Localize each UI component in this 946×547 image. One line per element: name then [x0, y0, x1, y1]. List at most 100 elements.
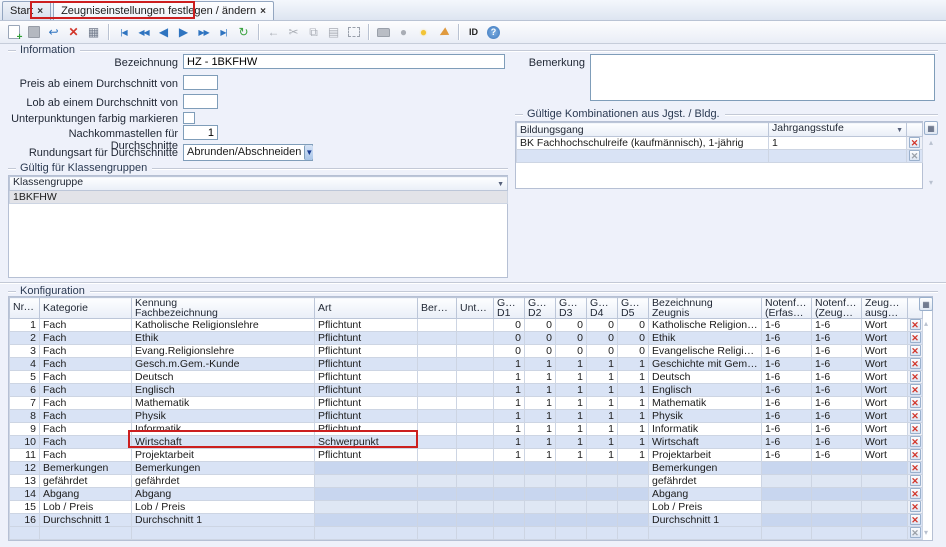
column-chooser-button[interactable]: ▦ [919, 297, 933, 311]
delete-row-button[interactable]: ✕ [910, 423, 921, 434]
tab-zeugniseinstellungen[interactable]: Zeugniseinstellungen festlegen / ändern … [53, 1, 274, 20]
konfiguration-row[interactable]: 9 Fach Informatik Pflichtunt 1 1 1 1 1 I… [10, 423, 923, 436]
scroll-down-icon[interactable]: ▾ [920, 528, 932, 537]
filter-arrow-icon[interactable]: ▼ [497, 180, 504, 190]
konfiguration-row[interactable]: 5 Fach Deutsch Pflichtunt 1 1 1 1 1 Deut… [10, 371, 923, 384]
column-header-gewicht-d1[interactable]: Gewicht D1 [494, 298, 525, 319]
delete-row-button[interactable]: ✕ [910, 475, 921, 486]
column-header-gewicht-d4[interactable]: Gewicht D4 [587, 298, 618, 319]
notification-button[interactable]: ◀ [434, 23, 453, 42]
column-header-kennung[interactable]: Kennung Fachbezeichnung [132, 298, 315, 319]
copy-icon: ⧉ [309, 25, 318, 40]
cut-button[interactable]: ✂ [284, 23, 303, 42]
paste-button[interactable]: ▤ [324, 23, 343, 42]
fast-forward-button[interactable]: ▶▶ [194, 23, 213, 42]
hint-button[interactable]: ● [414, 23, 433, 42]
first-record-button[interactable]: |◀ [114, 23, 133, 42]
new-record-button[interactable] [4, 23, 23, 42]
delete-row-button[interactable]: ✕ [910, 449, 921, 460]
fast-backward-button[interactable]: ◀◀ [134, 23, 153, 42]
delete-row-button[interactable]: ✕ [910, 462, 921, 473]
refresh-button[interactable]: ↻ [234, 23, 253, 42]
delete-row-button[interactable]: ✕ [910, 488, 921, 499]
column-header-bildungsgang[interactable]: Bildungsgang [517, 123, 769, 137]
konfiguration-row[interactable]: 4 Fach Gesch.m.Gem.-Kunde Pflichtunt 1 1… [10, 358, 923, 371]
konfiguration-row[interactable]: 8 Fach Physik Pflichtunt 1 1 1 1 1 Physi… [10, 410, 923, 423]
delete-row-button[interactable]: ✕ [910, 436, 921, 447]
column-header-nr[interactable]: Nr.▲ [10, 298, 40, 319]
bezeichnung-input[interactable] [183, 54, 505, 69]
nachkommastellen-input[interactable] [183, 125, 218, 140]
konfiguration-row[interactable]: 11 Fach Projektarbeit Pflichtunt 1 1 1 1… [10, 449, 923, 462]
chevron-down-icon[interactable]: ▼ [304, 145, 313, 160]
column-header-gewicht-d2[interactable]: Gewicht D2 [525, 298, 556, 319]
filter-arrow-icon[interactable]: ▼ [896, 126, 903, 136]
preview-button[interactable]: ● [394, 23, 413, 42]
column-header-gewicht-d5[interactable]: Gewicht D5 [618, 298, 649, 319]
konfiguration-row[interactable]: 3 Fach Evang.Religionslehre Pflichtunt 0… [10, 345, 923, 358]
column-header-jahrgangsstufe[interactable]: Jahrgangsstufe▼ [769, 123, 907, 137]
previous-record-button[interactable]: ◀ [154, 23, 173, 42]
unterpunktungen-checkbox[interactable] [183, 112, 195, 124]
column-header-unterbereich[interactable]: Unterbereich [457, 298, 494, 319]
delete-row-button[interactable]: ✕ [910, 410, 921, 421]
column-header-notenformat-erfassung[interactable]: Notenformat (Erfassung) [762, 298, 812, 319]
rundungsart-dropdown[interactable]: Abrunden/Abschneiden ▼ [183, 144, 313, 161]
id-button[interactable]: ID [464, 23, 483, 42]
help-button[interactable]: ? [484, 23, 503, 42]
delete-row-button[interactable]: ✕ [910, 345, 921, 356]
column-header-art[interactable]: Art [315, 298, 418, 319]
print-button[interactable] [374, 23, 393, 42]
lob-input[interactable] [183, 94, 218, 109]
konfiguration-row[interactable]: 16 Durchschnitt 1 Durchschnitt 1 Durchsc… [10, 514, 923, 527]
undo-button[interactable]: ↩ [44, 23, 63, 42]
column-header-bereich[interactable]: Bereich [418, 298, 457, 319]
konfiguration-empty-row[interactable]: ✕ [10, 527, 923, 540]
close-icon[interactable]: × [37, 6, 43, 17]
konfiguration-row[interactable]: 12 Bemerkungen Bemerkungen Bemerkungen [10, 462, 923, 475]
select-marquee-button[interactable] [344, 23, 363, 42]
column-header-notenformat-zeugnisdruck[interactable]: Notenformat (Zeugnisdruck) [812, 298, 862, 319]
konfiguration-row[interactable]: 10 Fach Wirtschaft Schwerpunkt 1 1 1 1 1… [10, 436, 923, 449]
konfiguration-row[interactable]: 6 Fach Englisch Pflichtunt 1 1 1 1 1 Eng… [10, 384, 923, 397]
cell-gewicht-d1: 0 [494, 319, 525, 332]
delete-row-button[interactable]: ✕ [910, 371, 921, 382]
delete-button[interactable]: ✕ [64, 23, 83, 42]
navigate-back-button[interactable]: ← [264, 23, 283, 42]
next-record-button[interactable]: ▶ [174, 23, 193, 42]
tab-start[interactable]: Start × [2, 1, 51, 20]
konfiguration-row[interactable]: 15 Lob / Preis Lob / Preis Lob / Preis [10, 501, 923, 514]
kombination-empty-row[interactable]: ✕ [517, 150, 923, 163]
delete-row-button[interactable]: ✕ [910, 501, 921, 512]
scroll-up-icon[interactable]: ▴ [925, 138, 937, 147]
save-button[interactable] [24, 23, 43, 42]
column-header-bezeichnung-zeugnis[interactable]: Bezeichnung Zeugnis [649, 298, 762, 319]
delete-row-button[interactable]: ✕ [909, 137, 920, 148]
klassengruppe-row[interactable]: 1BKFHW [10, 191, 508, 204]
delete-row-button[interactable]: ✕ [910, 358, 921, 369]
kombination-row[interactable]: BK Fachhochschulreife (kaufmännisch), 1-… [517, 137, 923, 150]
delete-row-button[interactable]: ✕ [910, 319, 921, 330]
bemerkung-textarea[interactable] [590, 54, 935, 101]
konfiguration-row[interactable]: 7 Fach Mathematik Pflichtunt 1 1 1 1 1 M… [10, 397, 923, 410]
konfiguration-row[interactable]: 2 Fach Ethik Pflichtunt 0 0 0 0 0 Ethik … [10, 332, 923, 345]
delete-row-button[interactable]: ✕ [910, 397, 921, 408]
delete-row-button[interactable]: ✕ [910, 332, 921, 343]
edit-form-button[interactable]: ▦ [84, 23, 103, 42]
column-chooser-button[interactable]: ▦ [924, 121, 938, 135]
column-header-zeugnisausgabe[interactable]: Zeugnis- ausgabe [862, 298, 908, 319]
konfiguration-row[interactable]: 14 Abgang Abgang Abgang ✕ [10, 488, 923, 501]
konfiguration-row[interactable]: 13 gefährdet gefährdet gefährdet ✕ [10, 475, 923, 488]
column-header-klassengruppe[interactable]: Klassengruppe▼ [10, 177, 508, 191]
delete-row-button[interactable]: ✕ [910, 514, 921, 525]
column-header-gewicht-d3[interactable]: Gewicht D3 [556, 298, 587, 319]
copy-button[interactable]: ⧉ [304, 23, 323, 42]
konfiguration-row[interactable]: 1 Fach Katholische Religionslehre Pflich… [10, 319, 923, 332]
close-icon[interactable]: × [260, 6, 266, 17]
last-record-button[interactable]: ▶| [214, 23, 233, 42]
scroll-down-icon[interactable]: ▾ [925, 178, 937, 187]
column-header-kategorie[interactable]: Kategorie [40, 298, 132, 319]
delete-row-button[interactable]: ✕ [910, 384, 921, 395]
preis-input[interactable] [183, 75, 218, 90]
scroll-up-icon[interactable]: ▴ [920, 319, 932, 328]
